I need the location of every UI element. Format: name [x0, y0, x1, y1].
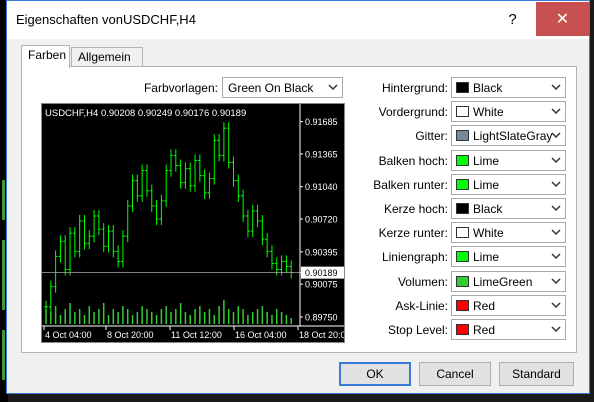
color-swatch — [456, 82, 469, 93]
price-label: 0.90189 — [305, 268, 338, 278]
chevron-down-icon — [551, 278, 561, 284]
color-value: Black — [473, 202, 503, 216]
color-select-liniengraph[interactable]: Lime — [451, 246, 566, 268]
tab-farben[interactable]: Farben — [21, 45, 70, 68]
chevron-down-icon — [551, 157, 561, 163]
title-bar[interactable]: Eigenschaften vonUSDCHF,H4 ? ✕ — [7, 1, 589, 39]
price-label: 0.90720 — [305, 215, 338, 225]
price-label: 0.89750 — [305, 312, 338, 322]
preset-value: Green On Black — [228, 81, 314, 95]
price-label: 0.90075 — [305, 280, 338, 290]
close-icon: ✕ — [555, 11, 570, 28]
color-select-kerze-runter[interactable]: White — [451, 222, 566, 244]
color-select-volumen[interactable]: LimeGreen — [451, 270, 566, 292]
color-swatch — [456, 275, 469, 287]
chevron-down-icon — [551, 108, 561, 115]
help-button[interactable]: ? — [490, 2, 535, 36]
color-label-balken-runter: Balken runter: — [373, 177, 448, 192]
color-value: White — [473, 226, 504, 241]
color-label-liniengraph: Liniengraph: — [381, 250, 448, 265]
color-swatch — [456, 154, 469, 166]
color-label-ask-linie: Ask-Linie: — [395, 298, 448, 313]
preset-label: Farbvorlagen: — [143, 81, 218, 95]
color-label-hintergrund: Hintergrund: — [381, 81, 448, 95]
color-select-balken-runter[interactable]: Lime — [451, 173, 566, 195]
preview-chart: USDCHF,H4 0.90208 0.90249 0.90176 0.9018… — [41, 103, 345, 343]
chevron-down-icon — [551, 253, 561, 260]
cancel-button[interactable]: Cancel — [419, 362, 491, 386]
preset-select[interactable]: Green On Black — [222, 77, 343, 98]
color-value: Lime — [473, 153, 500, 168]
color-swatch — [456, 203, 469, 214]
chevron-down-icon — [328, 84, 338, 91]
color-swatch — [456, 324, 469, 335]
chevron-down-icon — [551, 302, 561, 308]
properties-dialog: Eigenschaften vonUSDCHF,H4 ? ✕ Farben Al… — [6, 0, 590, 394]
chart-canvas: USDCHF,H4 0.90208 0.90249 0.90176 0.9018… — [42, 104, 344, 340]
color-value: Lime — [473, 250, 500, 265]
help-icon: ? — [508, 10, 517, 28]
window-title: Eigenschaften vonUSDCHF,H4 — [16, 12, 196, 27]
color-swatch — [456, 251, 469, 263]
color-select-ask-linie[interactable]: Red — [451, 294, 566, 316]
color-value: LimeGreen — [473, 274, 533, 289]
color-swatch — [456, 130, 469, 142]
standard-button[interactable]: Standard — [499, 362, 574, 386]
chevron-down-icon — [551, 229, 561, 236]
color-value: Lime — [473, 177, 500, 192]
color-select-vordergrund[interactable]: White — [451, 101, 566, 123]
color-swatch — [456, 227, 469, 239]
chevron-down-icon — [551, 181, 561, 187]
price-label: 0.91685 — [305, 117, 338, 127]
color-select-gitter[interactable]: LightSlateGray — [451, 125, 566, 147]
color-select-hintergrund[interactable]: Black — [451, 77, 566, 98]
color-label-volumen: Volumen: — [397, 274, 448, 289]
color-swatch — [456, 106, 469, 118]
price-label: 0.91365 — [305, 149, 338, 159]
color-label-gitter: Gitter: — [415, 129, 448, 144]
tab-allgemein[interactable]: Allgemein — [71, 47, 143, 66]
color-select-stop-level[interactable]: Red — [451, 319, 566, 340]
date-label: 4 Oct 04:00 — [45, 330, 92, 340]
color-select-balken-hoch[interactable]: Lime — [451, 149, 566, 171]
close-button[interactable]: ✕ — [536, 2, 589, 36]
color-swatch — [456, 178, 469, 190]
price-label: 0.91040 — [305, 182, 338, 192]
date-label: 8 Oct 20:00 — [107, 330, 154, 340]
chart-header: USDCHF,H4 0.90208 0.90249 0.90176 0.9018… — [45, 108, 246, 119]
ok-button[interactable]: OK — [339, 362, 411, 386]
color-value: White — [473, 105, 504, 120]
date-label: 11 Oct 12:00 — [171, 330, 222, 340]
color-select-kerze-hoch[interactable]: Black — [451, 198, 566, 219]
color-value: LightSlateGray — [473, 129, 553, 144]
color-value: Red — [473, 323, 496, 337]
color-label-kerze-runter: Kerze runter: — [378, 226, 448, 241]
color-value: Red — [473, 298, 496, 313]
chevron-down-icon — [551, 84, 561, 91]
color-label-stop-level: Stop Level: — [387, 323, 448, 337]
colors-panel: Farbvorlagen: Green On Black USDCHF,H4 0… — [21, 66, 577, 353]
date-label: 18 Oct 20:00 — [299, 330, 344, 340]
color-swatch — [456, 299, 469, 311]
chevron-down-icon — [551, 326, 561, 333]
color-label-kerze-hoch: Kerze hoch: — [383, 202, 448, 216]
price-label: 0.90395 — [305, 247, 338, 257]
date-label: 16 Oct 04:00 — [235, 330, 287, 340]
color-label-balken-hoch: Balken hoch: — [378, 153, 448, 168]
color-value: Black — [473, 81, 503, 95]
chevron-down-icon — [551, 205, 561, 212]
color-label-vordergrund: Vordergrund: — [378, 105, 448, 120]
chevron-down-icon — [551, 132, 561, 139]
